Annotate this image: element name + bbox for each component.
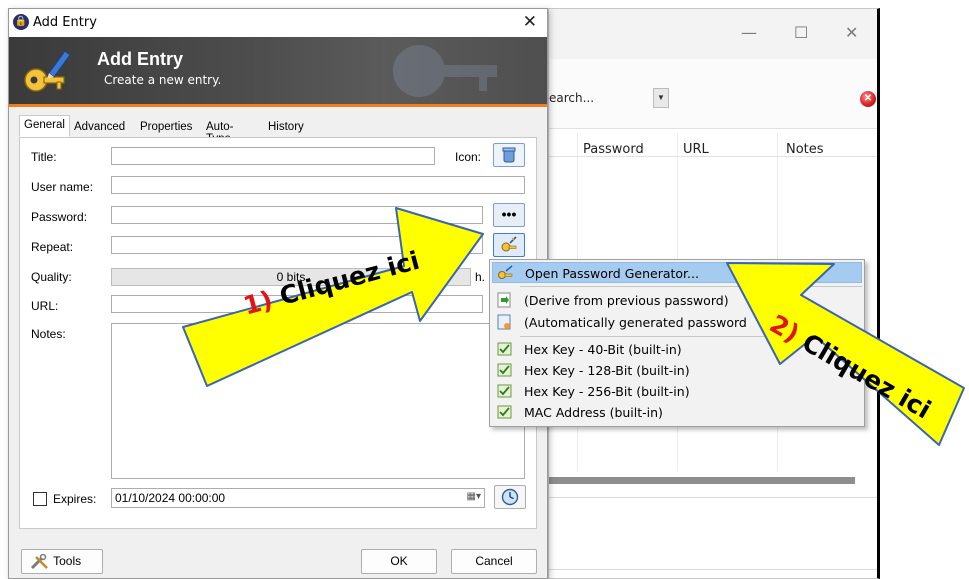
annotation-overlay xyxy=(182,207,965,446)
screen: — ☐ ✕ earch... ▼ ✕ Password URL Notes 🔒 … xyxy=(0,0,969,579)
